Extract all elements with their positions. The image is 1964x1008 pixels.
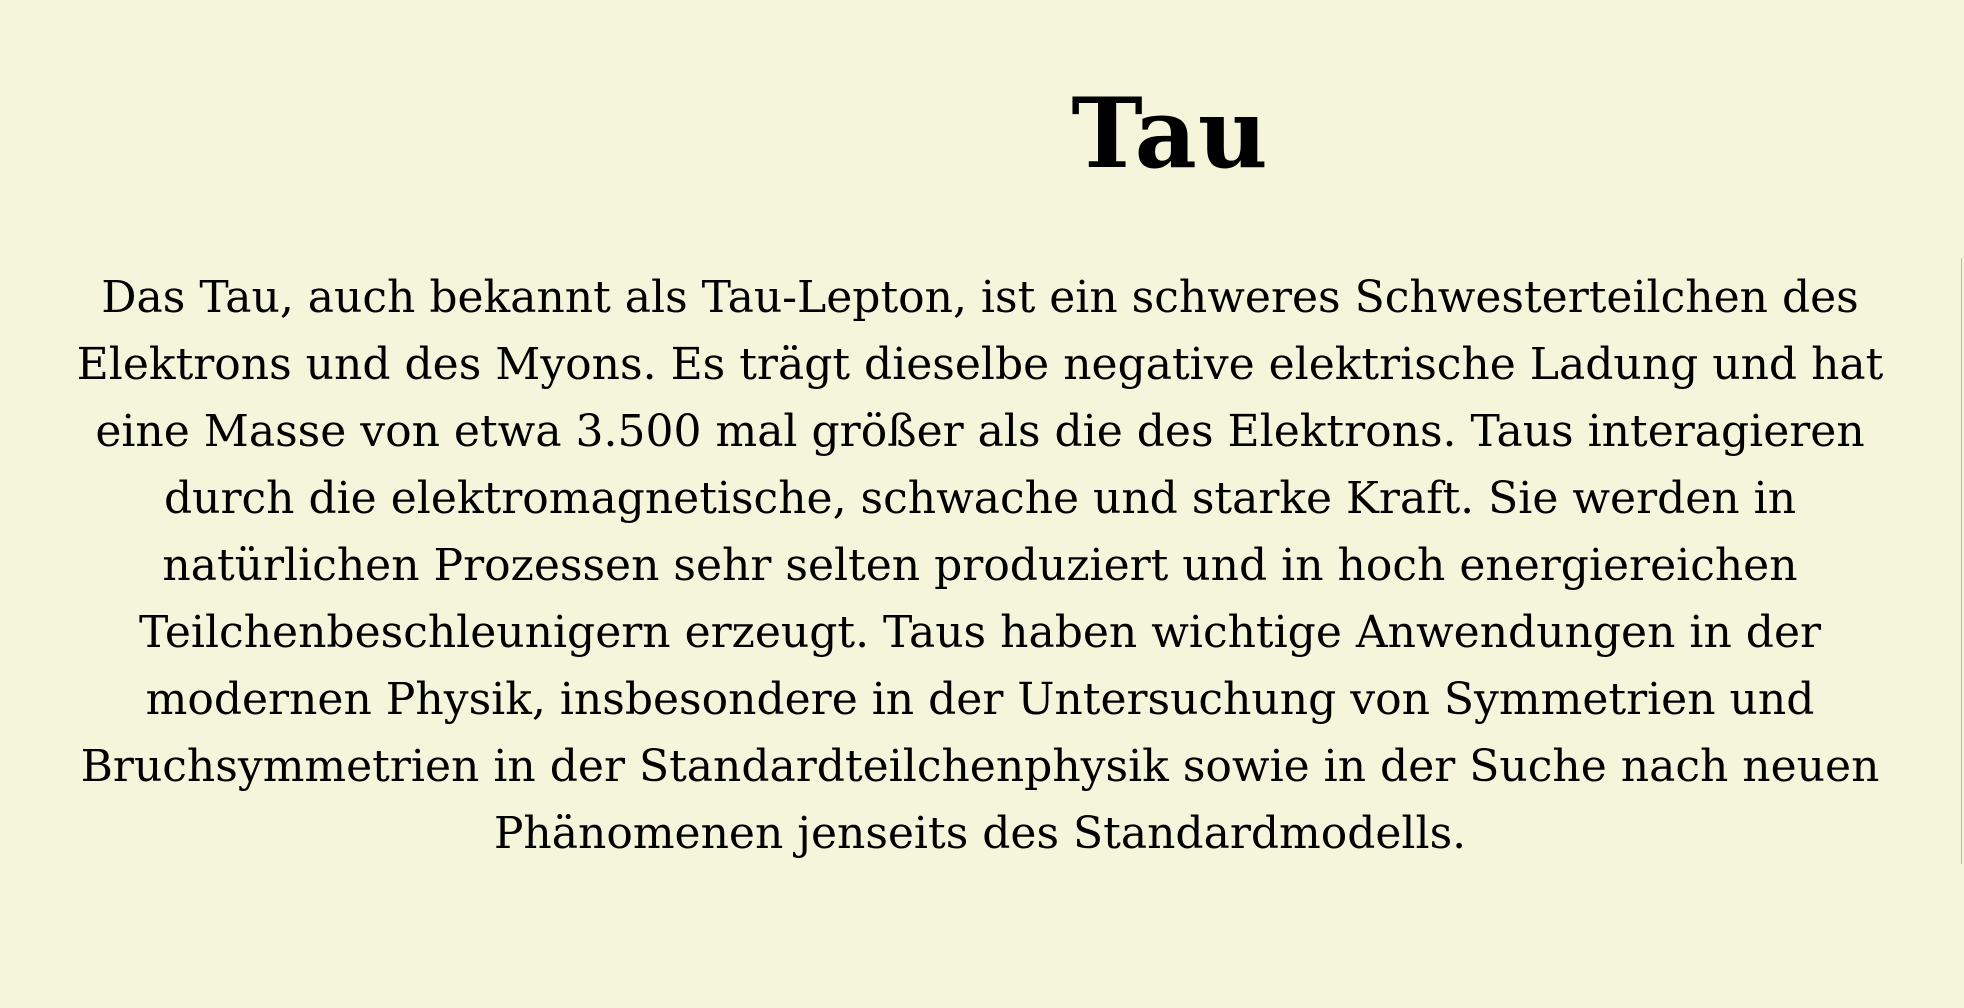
page-title: Tau [1071,77,1269,190]
vertical-divider [1961,258,1962,864]
document-page: Tau Das Tau, auch bekannt als Tau-Lepton… [0,0,1964,1008]
article-paragraph: Das Tau, auch bekannt als Tau-Lepton, is… [76,272,1884,859]
